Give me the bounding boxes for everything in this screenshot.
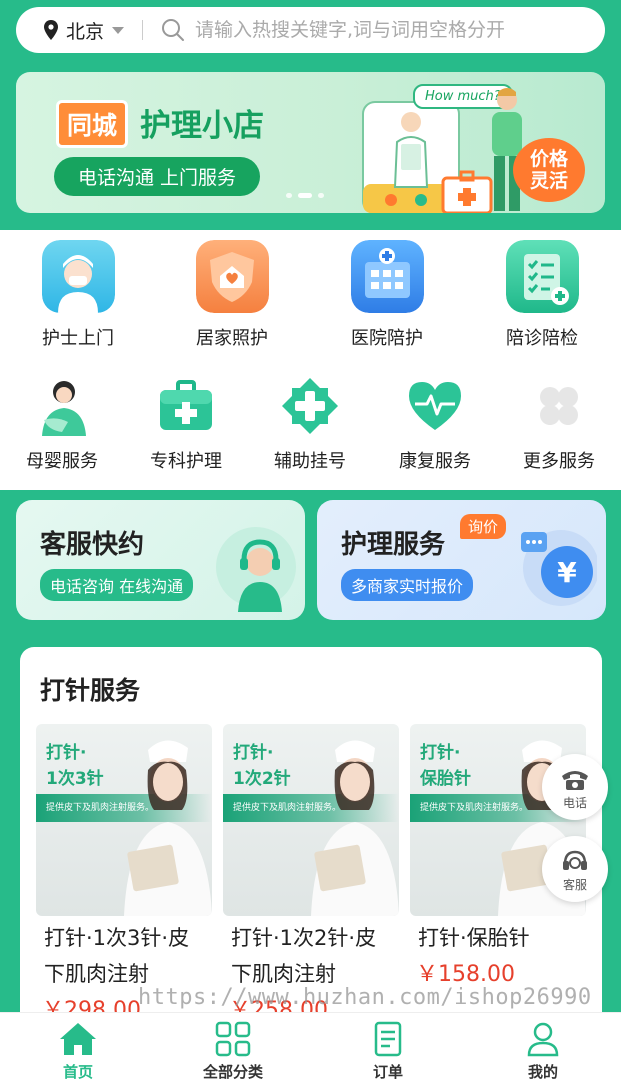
- product-card[interactable]: 打针· 1次2针 提供皮下及肌肉注射服务。 打针·1次2针·皮 下肌肉注射 ￥258…: [223, 724, 399, 1024]
- product-name-line1: 打针·1次3针·皮: [44, 926, 190, 950]
- location-pin-icon: [44, 20, 58, 40]
- card-pill: 多商家实时报价: [341, 569, 474, 601]
- nurse-photo-icon: [311, 740, 399, 916]
- product-card[interactable]: 打针· 1次3针 提供皮下及肌肉注射服务。 打针·1次3针·皮 下肌肉注射 ￥298…: [36, 724, 212, 1024]
- home-care-icon: [195, 240, 269, 313]
- product-name-line1: 打针·保胎针: [418, 926, 530, 950]
- order-icon: [374, 1021, 402, 1057]
- service-label: 客服: [562, 878, 587, 892]
- product-image-title: 打针·: [420, 743, 461, 763]
- heartbeat-icon: [409, 382, 461, 430]
- category-mother-baby[interactable]: 母婴服务: [20, 376, 104, 473]
- more-icon: [540, 387, 578, 425]
- category-label: 居家照护: [196, 328, 268, 349]
- tab-label: 订单: [372, 1063, 403, 1081]
- price-badge-line1: 价格: [529, 148, 568, 170]
- customer-service-float-button[interactable]: 客服: [542, 836, 608, 902]
- product-image-subtitle: 保胎针: [420, 769, 471, 789]
- category-grid: 护士上门 居家照护 医院陪护 陪诊陪检 母婴服务 专科护理 辅助挂号 康复服务 …: [0, 230, 621, 490]
- category-label: 更多服务: [523, 451, 595, 472]
- category-label: 陪诊陪检: [506, 328, 578, 349]
- medical-kit-icon: [160, 380, 212, 430]
- nurse-photo-icon: [124, 740, 212, 916]
- divider: [142, 20, 144, 40]
- product-image: 打针· 1次3针 提供皮下及肌肉注射服务。: [36, 724, 212, 916]
- product-image-title: 打针·: [233, 743, 274, 763]
- phone-float-button[interactable]: 电话: [542, 754, 608, 820]
- product-name-line2: 下肌肉注射: [231, 962, 336, 986]
- tab-label: 全部分类: [202, 1063, 263, 1081]
- search-input[interactable]: [195, 19, 576, 41]
- card-title: 护理服务: [341, 530, 446, 560]
- category-more[interactable]: 更多服务: [517, 376, 601, 473]
- product-price: ￥158.00: [416, 962, 515, 987]
- home-icon: [60, 1023, 96, 1055]
- category-hospital-escort[interactable]: 医院陪护: [345, 240, 429, 350]
- svg-text:¥: ¥: [557, 556, 577, 589]
- phone-label: 电话: [562, 796, 587, 810]
- watermark: https://www.huzhan.com/ishop26990: [138, 985, 592, 1010]
- banner-title: 护理小店: [140, 108, 264, 144]
- mother-baby-icon: [42, 381, 86, 436]
- category-nurse-visit[interactable]: 护士上门: [36, 240, 120, 350]
- carousel-dots: [286, 193, 324, 198]
- inquiry-badge: 询价: [460, 514, 507, 539]
- nurse-icon: [41, 240, 115, 313]
- product-image-subtitle: 1次3针: [46, 769, 104, 789]
- tab-all-categories[interactable]: 全部分类: [173, 1021, 293, 1082]
- card-pill: 电话咨询 在线沟通: [40, 569, 194, 601]
- category-label: 母婴服务: [26, 451, 98, 472]
- category-registration[interactable]: 辅助挂号: [268, 376, 352, 473]
- category-label: 康复服务: [399, 451, 471, 472]
- city-name: 北京: [66, 20, 105, 43]
- tab-home[interactable]: 首页: [18, 1021, 138, 1082]
- search-icon: [162, 19, 185, 41]
- tab-orders[interactable]: 订单: [328, 1021, 448, 1082]
- tab-label: 首页: [62, 1063, 93, 1081]
- headset-icon: [563, 850, 587, 870]
- price-badge: 价格 灵活: [513, 138, 585, 202]
- checklist-icon: [505, 240, 579, 313]
- category-label: 护士上门: [42, 328, 114, 349]
- banner-subtitle: 电话沟通 上门服务: [54, 157, 261, 196]
- tab-label: 我的: [527, 1063, 558, 1081]
- customer-service-card[interactable]: 客服快约 电话咨询 在线沟通: [16, 500, 305, 620]
- category-clinic-escort[interactable]: 陪诊陪检: [500, 240, 584, 350]
- bottom-tab-bar: 首页 全部分类 订单 我的: [0, 1012, 621, 1089]
- section-title: 打针服务: [40, 676, 141, 705]
- hospital-icon: [350, 240, 424, 313]
- price-badge-line2: 灵活: [529, 170, 568, 192]
- user-icon: [527, 1022, 559, 1057]
- category-specialty-care[interactable]: 专科护理: [144, 376, 228, 473]
- tab-profile[interactable]: 我的: [483, 1021, 603, 1082]
- product-image-subtitle: 1次2针: [233, 769, 291, 789]
- promo-banner[interactable]: 同城 护理小店 电话沟通 上门服务 How much? 价格 灵活: [16, 72, 605, 213]
- yuan-coin-icon: ¥: [521, 530, 597, 606]
- product-image-title: 打针·: [46, 743, 87, 763]
- category-label: 辅助挂号: [274, 451, 346, 472]
- grid-icon: [215, 1021, 251, 1057]
- product-name-line1: 打针·1次2针·皮: [231, 926, 377, 950]
- category-home-care[interactable]: 居家照护: [190, 240, 274, 350]
- category-label: 专科护理: [150, 451, 222, 472]
- telephone-icon: [562, 771, 588, 790]
- chevron-down-icon: [112, 26, 125, 34]
- product-name-line2: 下肌肉注射: [44, 962, 149, 986]
- banner-tag: 同城: [56, 100, 129, 148]
- category-label: 医院陪护: [351, 328, 423, 349]
- city-selector[interactable]: 北京: [16, 17, 125, 44]
- category-rehab[interactable]: 康复服务: [393, 376, 477, 473]
- cross-icon: [282, 378, 338, 434]
- search-bar: 北京: [16, 7, 605, 53]
- product-image: 打针· 1次2针 提供皮下及肌肉注射服务。: [223, 724, 399, 916]
- nursing-service-card[interactable]: 护理服务 询价 多商家实时报价 ¥: [317, 500, 606, 620]
- card-title: 客服快约: [40, 530, 145, 560]
- headset-agent-icon: [216, 527, 296, 612]
